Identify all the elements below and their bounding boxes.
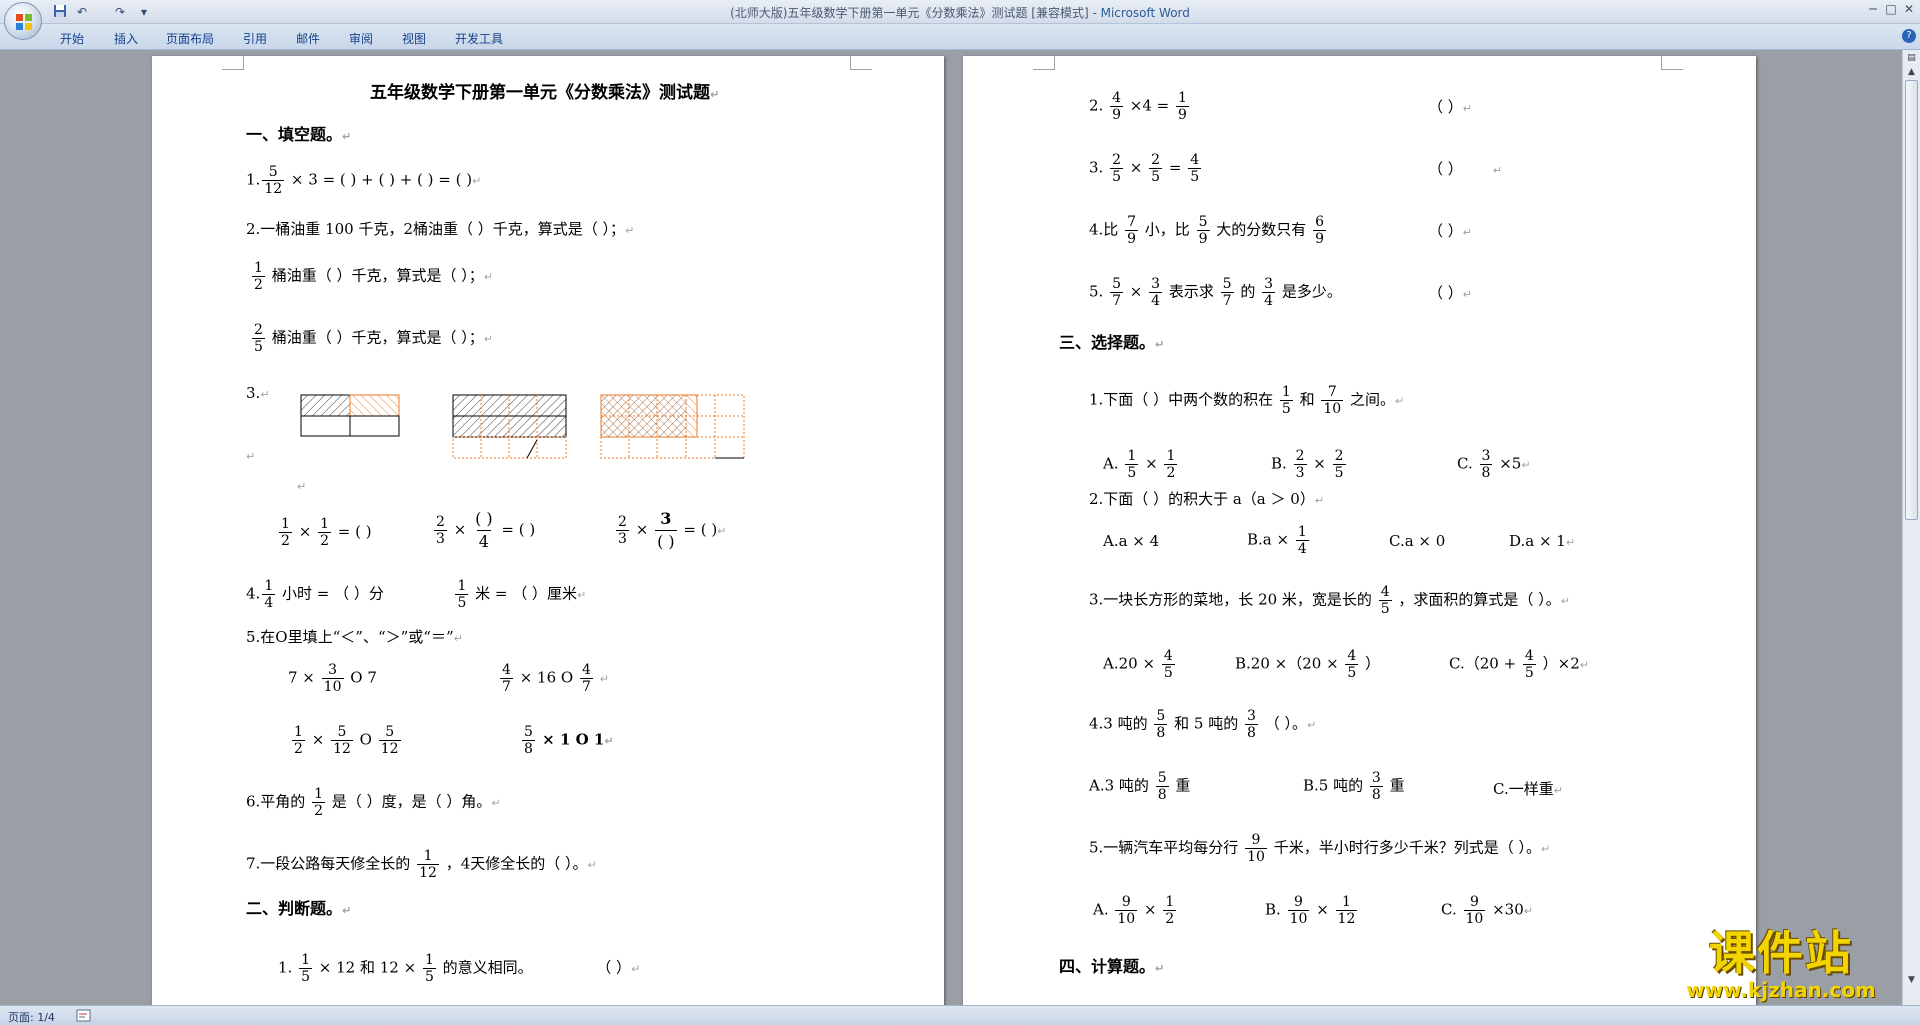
- choice-4-c: C.一样重↵: [1493, 780, 1563, 798]
- paragraph-mark: ↵: [297, 480, 307, 493]
- fraction-figure-3: [600, 394, 745, 459]
- question-5a: 7 × 3 10 O 7: [288, 662, 377, 695]
- choice-5: 5.一辆汽车平均每分行 9 10 千米，半小时行多少千米？列式是（ ）。↵: [1089, 832, 1551, 865]
- watermark-logo: 课件站 www.kjzhan.com: [1656, 927, 1906, 1005]
- judge-4: 4.比 79 小，比 59 大的分数只有 69: [1089, 214, 1327, 247]
- choice-2: 2.下面（ ）的积大于 a（a ＞ 0）↵: [1089, 490, 1325, 508]
- margin-corner: [222, 56, 244, 70]
- question-7: 7.一段公路每天修全长的 1 12 ，4天修全长的（ ）。↵: [246, 848, 597, 881]
- status-bar: 页面: 1/4: [0, 1005, 1920, 1025]
- page-1[interactable]: 五年级数学下册第一单元《分数乘法》测试题↵ 一、填空题。↵ 1. 5 12 × 3 …: [152, 56, 944, 1005]
- app-name: Microsoft Word: [1100, 6, 1190, 20]
- ruler-toggle-icon[interactable]: ▤: [1905, 52, 1918, 65]
- page-2[interactable]: 2. 49 ×4 = 19 （ ）↵ 3. 25 × 25 = 45 （ ） ↵ …: [963, 56, 1756, 1005]
- choice-1: 1.下面（ ）中两个数的积在 15 和 7 10 之间。↵: [1089, 384, 1405, 417]
- question-6: 6.平角的 12 是（ ）度，是（ ）角。↵: [246, 786, 501, 819]
- judge-2-answer: （ ）↵: [1428, 98, 1472, 116]
- fraction-figure-2: [452, 394, 567, 459]
- tab-mailings[interactable]: 邮件: [296, 30, 320, 47]
- tab-insert[interactable]: 插入: [114, 30, 138, 47]
- choice-4: 4.3 吨的 58 和 5 吨的 38 （ ）。↵: [1089, 708, 1317, 741]
- choice-2-b: B.a × 14: [1247, 524, 1309, 557]
- choice-3: 3.一块长方形的菜地，长 20 米，宽是长的 45 ，求面积的算式是（ ）。↵: [1089, 584, 1570, 617]
- office-button[interactable]: [4, 2, 42, 40]
- document-area: 五年级数学下册第一单元《分数乘法》测试题↵ 一、填空题。↵ 1. 5 12 × 3 …: [0, 50, 1902, 1005]
- tab-review[interactable]: 审阅: [349, 30, 373, 47]
- scroll-down-icon[interactable]: ▼: [1905, 974, 1918, 987]
- section-heading: 一、填空题。↵: [246, 125, 352, 144]
- question-5c: 12 × 5 12 O 5 12: [292, 724, 401, 757]
- office-logo-icon: [16, 14, 32, 30]
- section-heading: 二、判断题。↵: [246, 899, 352, 918]
- vertical-scrollbar[interactable]: ▤ ▲ ▼: [1902, 50, 1920, 1005]
- judge-5-answer: （ ）↵: [1428, 284, 1472, 302]
- help-icon[interactable]: ?: [1902, 29, 1916, 43]
- choice-4-b: B.5 吨的 38 重: [1303, 770, 1405, 803]
- judge-2: 2. 49 ×4 = 19: [1089, 90, 1189, 123]
- figure-equation-1: 12 × 12 = ( ): [279, 516, 372, 549]
- document-title: (北师大版)五年级数学下册第一单元《分数乘法》测试题 [兼容模式] -: [730, 6, 1101, 20]
- judge-3: 3. 25 × 25 = 45: [1089, 152, 1202, 185]
- judge-4-answer: （ ）↵: [1428, 222, 1472, 240]
- section-heading: 四、计算题。↵: [1059, 957, 1165, 976]
- choice-5-a: A. 9 10 × 12: [1093, 894, 1177, 927]
- watermark-text: 课件站: [1709, 926, 1853, 980]
- scroll-thumb[interactable]: [1905, 80, 1918, 520]
- question-5: 5.在O里填上“＜”、“＞”或“＝”↵: [246, 628, 463, 646]
- judge-5: 5. 57 × 34 表示求 57 的 34 是多少。: [1089, 276, 1342, 309]
- window-title: (北师大版)五年级数学下册第一单元《分数乘法》测试题 [兼容模式] - Micr…: [0, 4, 1920, 21]
- choice-1-c: C. 38 ×5↵: [1457, 448, 1531, 481]
- tab-page-layout[interactable]: 页面布局: [166, 30, 214, 47]
- judge-3-answer: （ ） ↵: [1428, 160, 1502, 178]
- question-2b: 12 桶油重（ ）千克，算式是（ ）；↵: [252, 260, 493, 293]
- choice-1-a: A. 15 × 12: [1103, 448, 1178, 481]
- choice-5-b: B. 9 10 × 1 12: [1265, 894, 1358, 927]
- fraction-figure-1: [300, 394, 400, 437]
- question-2c: 25 桶油重（ ）千克，算式是（ ）；↵: [252, 322, 493, 355]
- close-button[interactable]: ✕: [1898, 2, 1920, 18]
- choice-4-a: A.3 吨的 58 重: [1089, 770, 1191, 803]
- watermark-url: www.kjzhan.com: [1686, 978, 1876, 1002]
- question-5b: 47 × 16 O 47 ↵: [500, 662, 609, 695]
- choice-5-c: C. 9 10 ×30↵: [1441, 894, 1533, 927]
- margin-corner: [1661, 56, 1683, 70]
- ribbon-tabs: 开始 插入 页面布局 引用 邮件 审阅 视图 开发工具 ?: [0, 24, 1920, 50]
- margin-corner: [850, 56, 872, 70]
- title-bar: ↶ ↷ ▾ (北师大版)五年级数学下册第一单元《分数乘法》测试题 [兼容模式] …: [0, 0, 1920, 24]
- paragraph-mark: ↵: [246, 450, 256, 463]
- figure-equation-3: 23 × 3( ) = ( )↵: [616, 509, 727, 551]
- choice-2-c: C.a × 0: [1389, 532, 1446, 550]
- choice-3-c: C.（20 + 45 ）×2↵: [1449, 648, 1589, 681]
- choice-2-a: A.a × 4: [1103, 532, 1160, 550]
- judge-1: 1. 15 × 12 和 12 × 15 的意义相同。 （ ）↵: [278, 952, 641, 985]
- tab-references[interactable]: 引用: [243, 30, 267, 47]
- question-1: 1. 5 12 × 3 = ( ) + ( ) + ( ) = ( )↵: [246, 164, 482, 197]
- question-5d: 58 × 1 O 1↵: [522, 724, 614, 757]
- question-4: 4. 1 4 小时 = （ ）分 15 米 = （ ）厘米↵: [246, 578, 587, 611]
- scroll-up-icon[interactable]: ▲: [1905, 66, 1918, 79]
- question-3: 3.↵: [246, 384, 270, 402]
- tab-view[interactable]: 视图: [402, 30, 426, 47]
- page-count[interactable]: 页面: 1/4: [8, 1009, 55, 1025]
- tab-home[interactable]: 开始: [60, 30, 84, 47]
- choice-2-d: D.a × 1↵: [1509, 532, 1576, 550]
- question-2: 2.一桶油重 100 千克，2桶油重（ ）千克，算式是（ ）；↵: [246, 220, 635, 238]
- choice-1-b: B. 23 × 25: [1271, 448, 1346, 481]
- margin-corner: [1033, 56, 1055, 70]
- proofing-icon[interactable]: [76, 1009, 92, 1023]
- choice-3-a: A.20 × 45: [1103, 648, 1175, 681]
- document-heading: 五年级数学下册第一单元《分数乘法》测试题↵: [370, 83, 720, 103]
- choice-3-b: B.20 ×（20 × 45 ）: [1235, 648, 1381, 681]
- figure-equation-2: 23 × ( ) 4 = ( ): [434, 509, 536, 551]
- section-heading: 三、选择题。↵: [1059, 333, 1165, 352]
- tab-developer[interactable]: 开发工具: [455, 30, 503, 47]
